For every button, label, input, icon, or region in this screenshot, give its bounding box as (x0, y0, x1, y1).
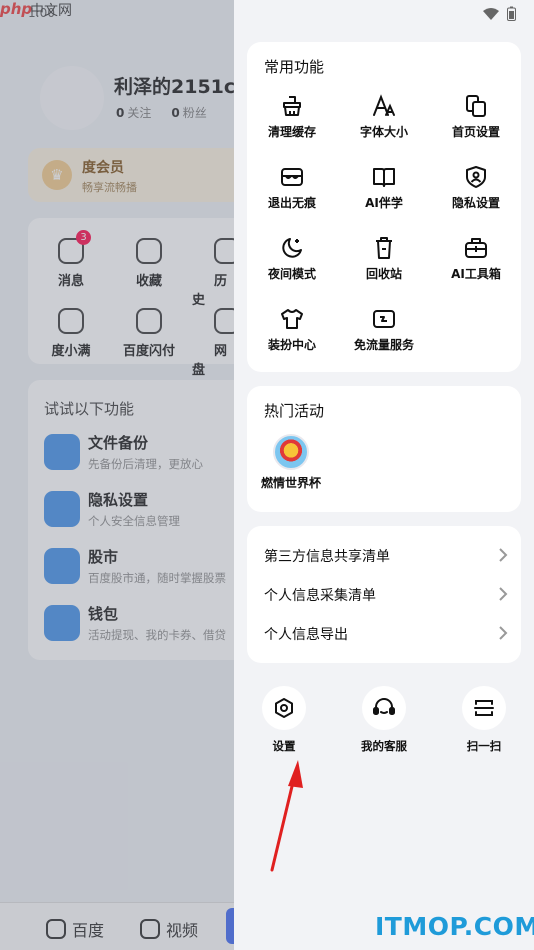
info-list-card: 第三方信息共享清单 个人信息采集清单 个人信息导出 (247, 526, 521, 663)
side-drawer: 常用功能 清理缓存 字体大小 首页设置 退出无痕 AI伴学 隐私设置 夜间模式 (234, 0, 534, 950)
wifi-icon (483, 7, 499, 20)
ai-toolbox-button[interactable]: AI工具箱 (431, 236, 521, 282)
scan-icon (474, 700, 494, 716)
world-cup-activity[interactable]: 燃情世界杯 (259, 434, 323, 491)
home-settings-icon (466, 95, 486, 117)
headset-icon (373, 698, 395, 715)
third-party-sharing-list-row[interactable]: 第三方信息共享清单 (264, 546, 508, 566)
personal-info-collection-row[interactable]: 个人信息采集清单 (264, 585, 508, 605)
moon-icon (282, 238, 302, 258)
mask-icon (281, 168, 303, 186)
night-mode-button[interactable]: 夜间模式 (247, 236, 337, 282)
hot-activities-title: 热门活动 (264, 402, 325, 420)
status-icons (483, 6, 516, 21)
dress-up-center-button[interactable]: 装扮中心 (247, 307, 337, 353)
free-data-service-button[interactable]: 免流量服务 (339, 307, 429, 353)
personal-info-export-row[interactable]: 个人信息导出 (264, 624, 508, 644)
customer-service-button[interactable]: 我的客服 (339, 686, 429, 754)
shield-icon (466, 166, 486, 188)
data-card-icon (373, 310, 395, 328)
broom-icon (283, 96, 301, 116)
book-icon (373, 168, 395, 187)
font-size-button[interactable]: 字体大小 (339, 94, 429, 140)
trash-icon (376, 237, 392, 259)
world-cup-icon (273, 434, 309, 470)
common-functions-title: 常用功能 (264, 58, 325, 76)
chevron-right-icon (499, 587, 508, 601)
settings-icon (275, 698, 293, 718)
font-size-icon (373, 94, 395, 116)
common-functions-card: 常用功能 清理缓存 字体大小 首页设置 退出无痕 AI伴学 隐私设置 夜间模式 (247, 42, 521, 372)
itmop-watermark: ITMOP.COM (375, 912, 534, 941)
toolbox-icon (465, 238, 487, 258)
home-settings-button[interactable]: 首页设置 (431, 94, 521, 140)
ai-study-button[interactable]: AI伴学 (339, 165, 429, 211)
settings-button[interactable]: 设置 (239, 686, 329, 754)
scan-button[interactable]: 扫一扫 (439, 686, 529, 754)
exit-incognito-button[interactable]: 退出无痕 (247, 165, 337, 211)
clear-cache-button[interactable]: 清理缓存 (247, 94, 337, 140)
shirt-icon (281, 309, 303, 329)
battery-icon (507, 6, 516, 21)
recycle-bin-button[interactable]: 回收站 (339, 236, 429, 282)
hot-activities-card: 热门活动 燃情世界杯 (247, 386, 521, 512)
chevron-right-icon (499, 626, 508, 640)
chevron-right-icon (499, 548, 508, 562)
privacy-settings-button[interactable]: 隐私设置 (431, 165, 521, 211)
